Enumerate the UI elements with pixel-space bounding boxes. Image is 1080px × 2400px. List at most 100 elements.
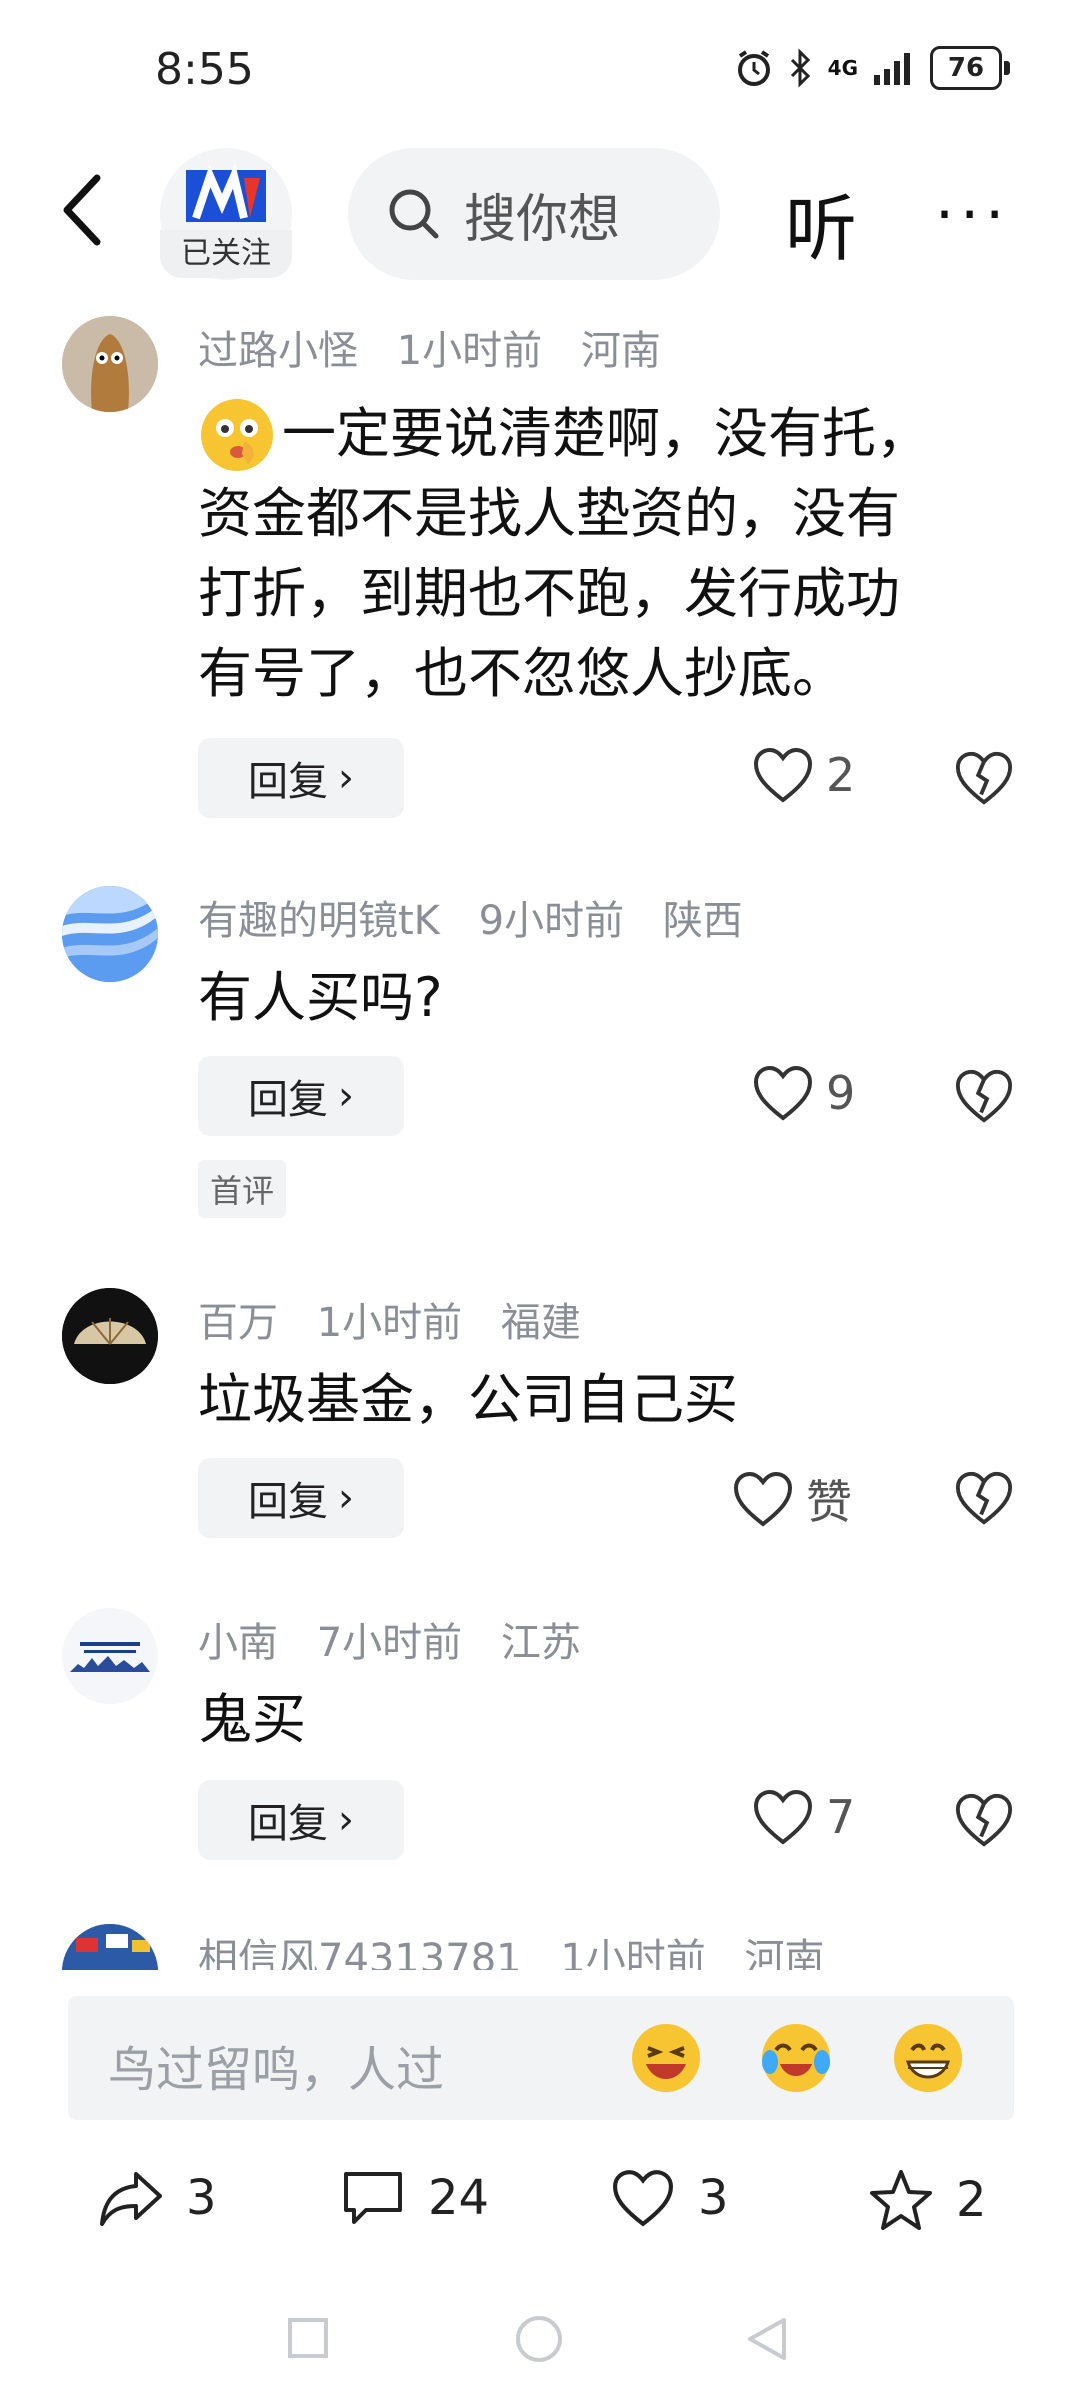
alarm-icon [737, 50, 770, 86]
comment-text: 有人买吗? [198, 958, 443, 1038]
like-label: 赞 [806, 1475, 852, 1529]
broken-heart-icon[interactable] [954, 1790, 1014, 1850]
broken-heart-icon[interactable] [954, 1468, 1014, 1528]
favorites-count: 2 [956, 2172, 987, 2228]
crying-laughing-emoji-icon[interactable] [760, 2022, 832, 2094]
heart-icon [753, 1789, 813, 1845]
status-time: 8:55 [155, 44, 254, 95]
bluetooth-icon [790, 48, 810, 88]
chevron-right-icon: › [338, 1797, 354, 1843]
comment-time: 9小时前 [478, 898, 625, 944]
reply-button[interactable]: 回复 › [198, 1780, 404, 1860]
share-button[interactable]: 3 [98, 2168, 217, 2228]
avatar[interactable] [62, 1608, 158, 1704]
follow-status[interactable]: 已关注 [160, 230, 292, 278]
back-nav-icon[interactable] [744, 2316, 790, 2362]
avatar[interactable] [62, 316, 158, 412]
avatar-wave-icon [62, 886, 158, 982]
reply-label: 回复 [248, 1801, 328, 1847]
comment-username[interactable]: 过路小怪 [198, 328, 358, 374]
comment-meta: 过路小怪 1小时前 河南 [198, 318, 687, 376]
broken-heart-icon[interactable] [954, 748, 1014, 808]
like-count: 2 [826, 748, 856, 802]
comment-time: 1小时前 [560, 1936, 706, 1970]
broken-heart-icon[interactable] [954, 1066, 1014, 1126]
comment-meta: 相信风74313781 1小时前 河南 [198, 1926, 850, 1970]
comment-line: 垃圾基金，公司自己买 [198, 1368, 738, 1431]
avatar-fan-icon [62, 1288, 158, 1384]
home-icon[interactable] [514, 2314, 564, 2364]
like-button[interactable]: 赞 [732, 1466, 852, 1532]
reply-button[interactable]: 回复 › [198, 1458, 404, 1538]
comment-text: 垃圾基金，公司自己买 [198, 1360, 738, 1440]
reply-label: 回复 [248, 1077, 328, 1123]
laughing-emoji-icon[interactable] [630, 2022, 702, 2094]
heart-icon [753, 1065, 813, 1121]
chevron-right-icon: › [338, 1475, 354, 1521]
comment-line: 一定要说清楚啊，没有托， [282, 402, 930, 465]
comment-bubble-icon [344, 2172, 402, 2224]
comment-line: 打折，到期也不跑，发行成功 [198, 562, 900, 625]
status-icons: 4G 76 [734, 46, 1010, 90]
comment-location: 河南 [744, 1936, 825, 1970]
share-arrow-icon [100, 2172, 162, 2226]
search-placeholder: 搜你想 [464, 189, 621, 250]
search-icon [389, 189, 439, 239]
recent-apps-icon[interactable] [286, 2316, 330, 2360]
comment-line: 有人买吗? [198, 966, 443, 1029]
chevron-right-icon: › [338, 755, 354, 801]
comment-meta: 有趣的明镜tK 9小时前 陕西 [198, 888, 769, 946]
comment-line: 有号了，也不忽悠人抄底。 [198, 642, 846, 705]
first-comment-badge: 首评 [198, 1160, 287, 1218]
reply-button[interactable]: 回复 › [198, 1056, 404, 1136]
like-count: 7 [826, 1790, 856, 1844]
reply-label: 回复 [248, 759, 328, 805]
heart-icon [612, 2170, 674, 2227]
avatar[interactable] [62, 1288, 158, 1384]
comments-button[interactable]: 24 [340, 2168, 489, 2228]
heart-icon [753, 747, 813, 803]
battery-indicator: 76 [930, 46, 1002, 90]
network-label: 4G [827, 56, 858, 80]
like-button[interactable]: 7 [752, 1788, 855, 1846]
comment-username[interactable]: 百万 [198, 1300, 278, 1346]
grinning-emoji-icon[interactable] [892, 2022, 964, 2094]
comment-username[interactable]: 有趣的明镜tK [198, 898, 440, 944]
comment-line: 鬼买 [198, 1688, 306, 1751]
avatar-creature-icon [62, 316, 158, 412]
likes-count: 3 [698, 2170, 729, 2226]
avatar[interactable] [62, 886, 158, 982]
comments-count: 24 [428, 2170, 490, 2226]
comment-username[interactable]: 相信风74313781 [198, 1936, 522, 1970]
like-article-button[interactable]: 3 [610, 2168, 729, 2228]
star-icon [870, 2170, 932, 2230]
signal-icon [874, 53, 910, 85]
comment-line: 资金都不是找人垫资的，没有 [198, 482, 900, 545]
comment-location: 河南 [580, 328, 661, 374]
listen-button[interactable]: 听 [785, 170, 857, 275]
comment-username[interactable]: 小南 [198, 1620, 278, 1666]
like-button[interactable]: 2 [752, 746, 855, 804]
search-bar[interactable]: 搜你想 [348, 148, 720, 280]
share-count: 3 [186, 2170, 217, 2226]
comment-text: 鬼买 [198, 1680, 306, 1760]
like-count: 9 [826, 1066, 856, 1120]
reply-button[interactable]: 回复 › [198, 738, 404, 818]
avatar[interactable] [62, 1924, 158, 1970]
comment-text: 一定要说清楚啊，没有托， 资金都不是找人垫资的，没有 打折，到期也不跑，发行成功… [198, 394, 1018, 714]
comment-time: 1小时前 [396, 328, 543, 374]
avatar-flags-icon [62, 1924, 158, 1970]
comment-time: 7小时前 [316, 1620, 463, 1666]
comment-meta: 小南 7小时前 江苏 [198, 1610, 607, 1668]
partial-comment: 相信风74313781 1小时前 河南 [0, 1920, 1080, 1970]
comment-input-placeholder: 鸟过留鸣，人过 [108, 2042, 445, 2098]
more-options-button[interactable]: ··· [935, 180, 1010, 250]
comment-location: 江苏 [500, 1620, 581, 1666]
battery-cap [1004, 61, 1010, 75]
like-button[interactable]: 9 [752, 1064, 855, 1122]
avatar-skyline-icon [62, 1608, 158, 1704]
comment-location: 陕西 [662, 898, 743, 944]
back-arrow-icon[interactable] [55, 170, 115, 250]
favorite-button[interactable]: 2 [868, 2168, 987, 2232]
comment-location: 福建 [500, 1300, 581, 1346]
